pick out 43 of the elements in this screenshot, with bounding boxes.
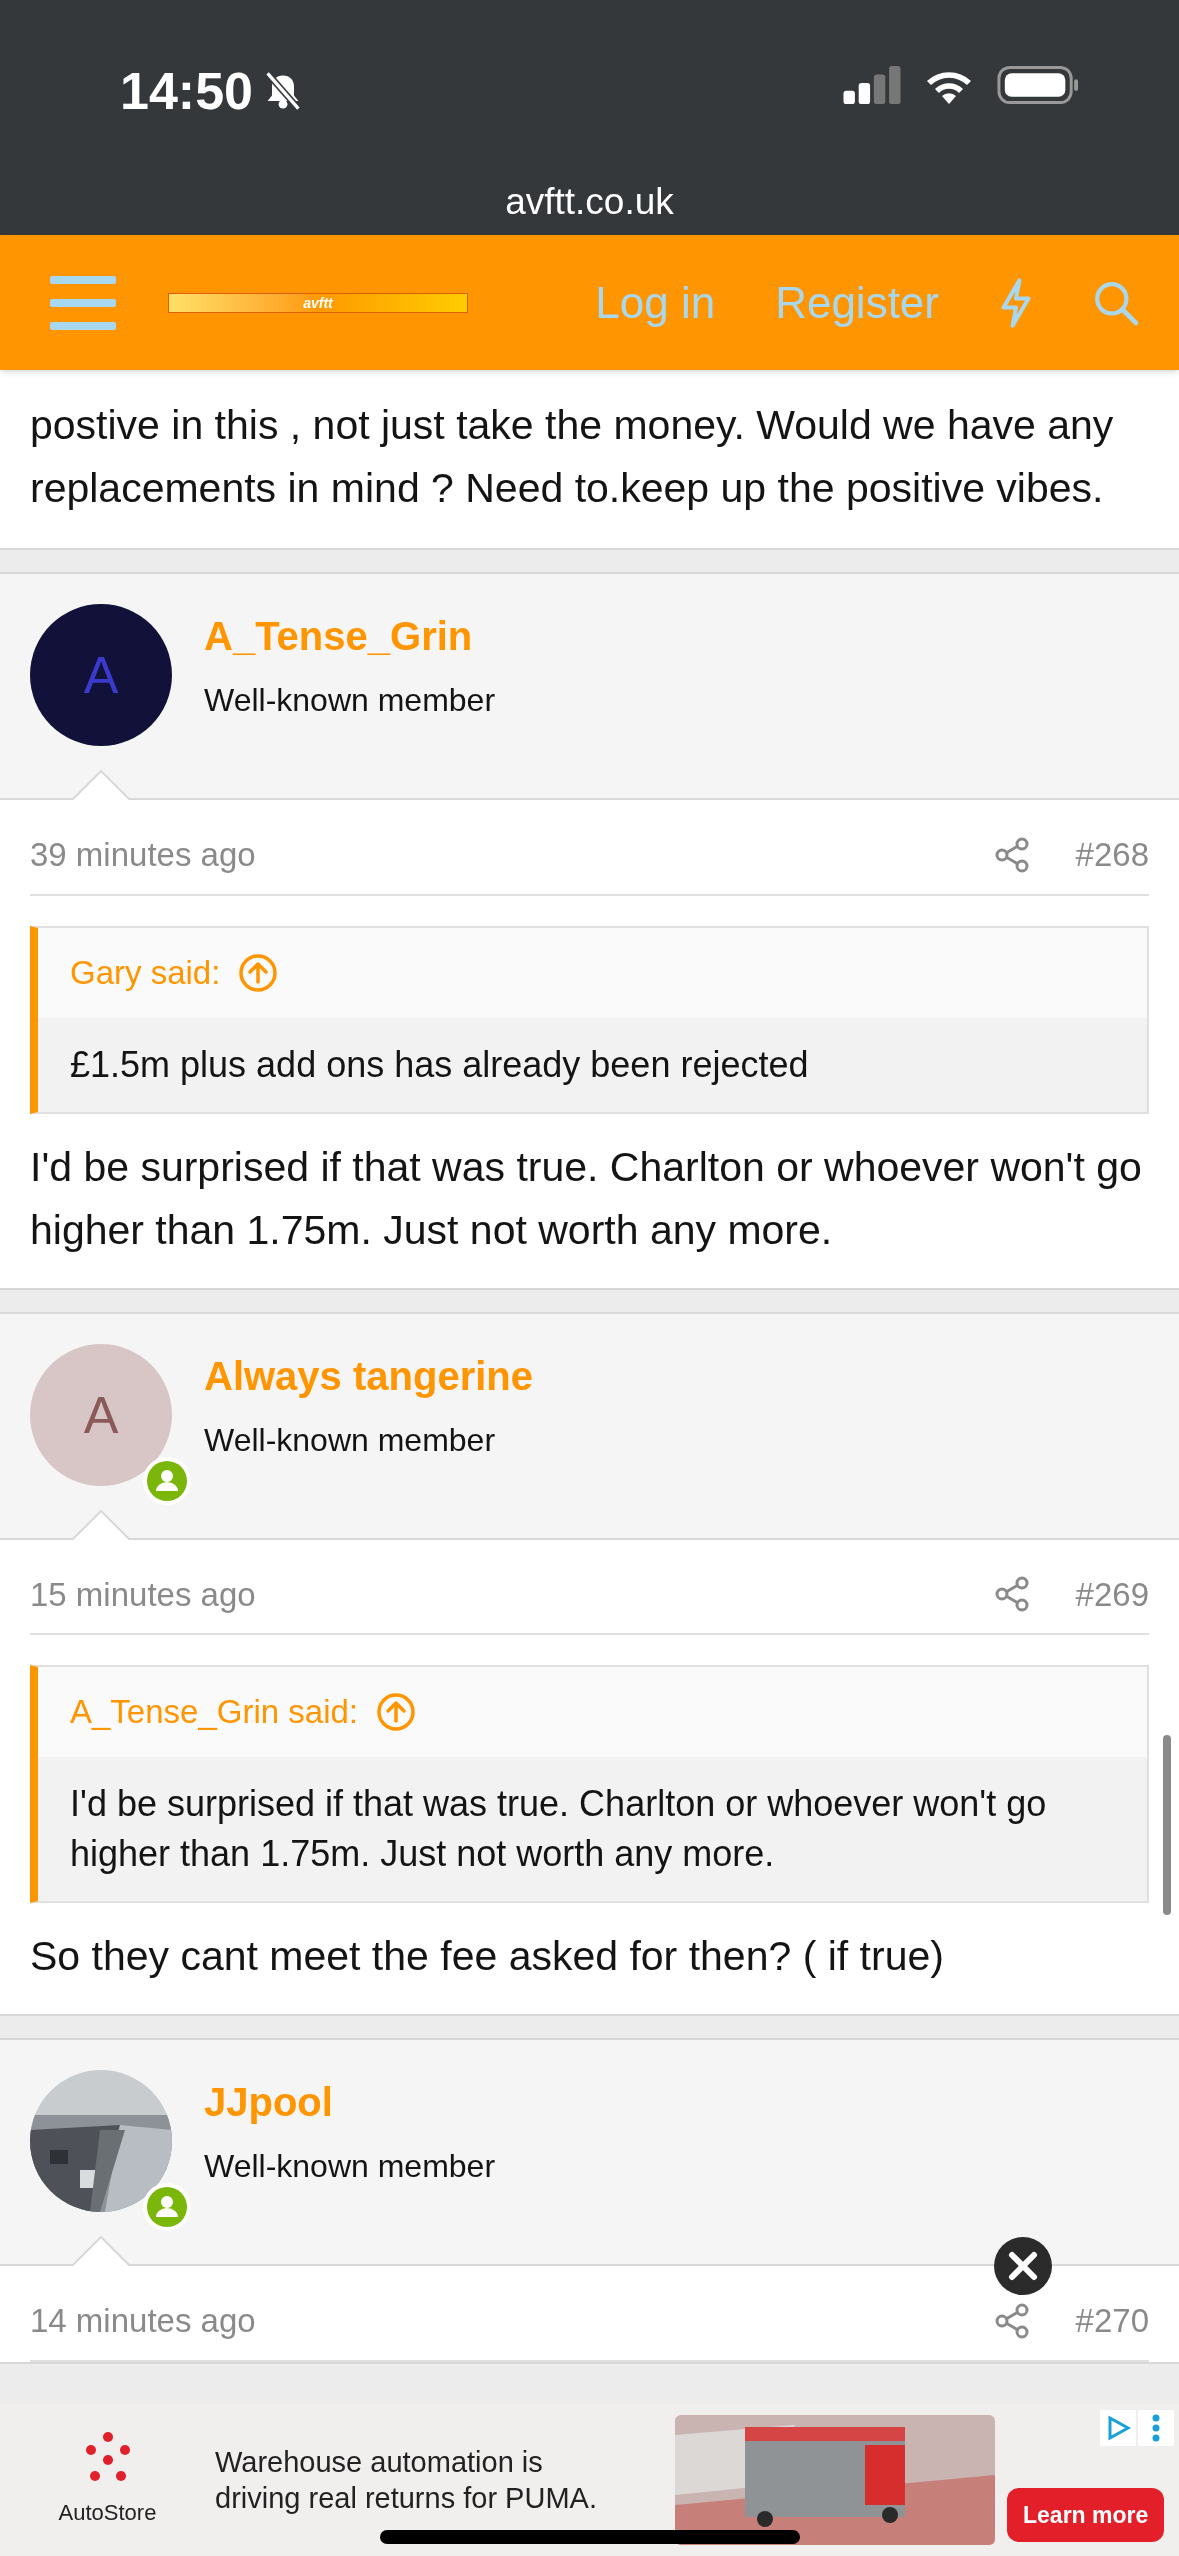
ad-brand: AutoStore xyxy=(58,2498,157,2527)
user-title: Well-known member xyxy=(204,681,496,720)
learn-more-button[interactable]: Learn more xyxy=(1007,2487,1165,2542)
address-url[interactable]: avftt.co.uk xyxy=(505,174,674,230)
username-link[interactable]: JJpool xyxy=(204,2072,333,2132)
post-number-link[interactable]: #268 xyxy=(1075,830,1149,880)
site-logo[interactable]: avftt xyxy=(168,292,468,313)
lightning-icon[interactable] xyxy=(999,277,1033,328)
status-time: 14:50 xyxy=(120,61,253,122)
share-icon[interactable] xyxy=(993,836,1030,873)
jump-up-icon[interactable] xyxy=(238,952,279,993)
ad-choices-icon[interactable] xyxy=(1100,2410,1137,2446)
signal-icon xyxy=(843,66,901,104)
menu-icon[interactable] xyxy=(50,275,116,330)
post-text: So they cant meet the fee asked for then? ( if true) xyxy=(29,1932,945,1981)
quote-author-link[interactable]: Gary said: xyxy=(70,947,221,998)
more-options-icon[interactable] xyxy=(1138,2410,1175,2446)
post-number-link[interactable]: #270 xyxy=(1075,2296,1149,2346)
post-time-link[interactable]: 39 minutes ago xyxy=(30,830,256,880)
post-text: I'd be surprised if that was true. Charlton or whoever won't go higher than 1.75m. Just not worth any more. xyxy=(29,1142,1143,1255)
post-time-link[interactable]: 14 minutes ago xyxy=(30,2296,256,2346)
battery-icon xyxy=(997,65,1079,105)
user-title: Well-known member xyxy=(204,2147,496,2186)
ad-headline: Warehouse automation is driving real returns for PUMA. xyxy=(215,2445,598,2516)
share-icon[interactable] xyxy=(993,1576,1030,1613)
post-text: postive in this , not just take the money. Would we have any replacements in mind ? Need to.keep up the positive vibes. xyxy=(30,401,1115,513)
user-avatar[interactable]: A xyxy=(30,604,172,746)
jump-up-icon[interactable] xyxy=(376,1692,416,1732)
username-link[interactable]: Always tangerine xyxy=(204,1345,533,1406)
search-icon[interactable] xyxy=(1093,279,1139,326)
quote-text: I'd be surprised if that was true. Charlton or whoever won't go higher than 1.75m. Just not worth any more. xyxy=(38,1757,1147,1901)
close-icon[interactable] xyxy=(993,2236,1053,2296)
share-icon[interactable] xyxy=(993,2302,1030,2339)
username-link[interactable]: A_Tense_Grin xyxy=(204,606,473,666)
logo-text: avftt xyxy=(303,295,333,310)
user-title: Well-known member xyxy=(204,1420,497,1460)
quote-text: £1.5m plus add ons has already been rejected xyxy=(38,1017,1147,1112)
post-number-link[interactable]: #269 xyxy=(1075,1569,1149,1619)
ad-banner[interactable]: AutoStore Warehouse automation is driving real returns for PUMA. Learn more xyxy=(0,2404,1179,2556)
scrollbar[interactable] xyxy=(1163,1735,1171,1915)
quote-author-link[interactable]: A_Tense_Grin said: xyxy=(70,1687,358,1737)
post-time-link[interactable]: 15 minutes ago xyxy=(30,1569,256,1619)
user-avatar[interactable]: A xyxy=(30,1343,172,1486)
